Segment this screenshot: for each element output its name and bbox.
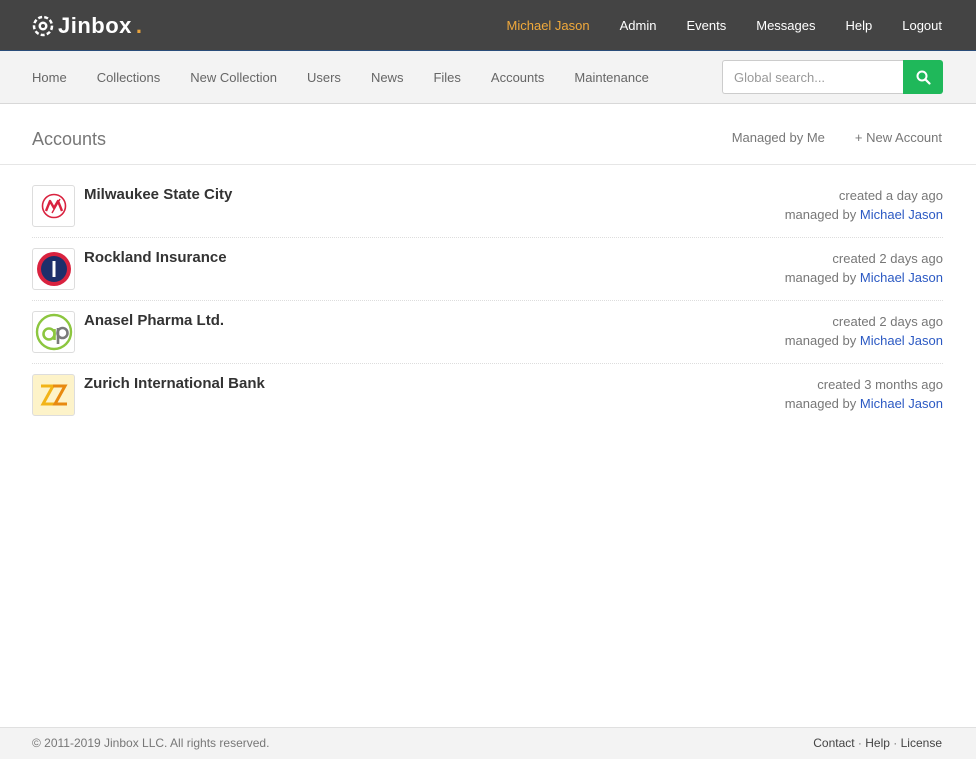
account-list: Milwaukee State City created a day ago m… bbox=[32, 175, 943, 427]
list-item: Anasel Pharma Ltd. created 2 days ago ma… bbox=[32, 301, 943, 364]
jinbox-logo-icon bbox=[32, 15, 54, 37]
secondary-navbar: Home Collections New Collection Users Ne… bbox=[0, 51, 976, 104]
rockland-logo[interactable] bbox=[32, 248, 75, 290]
anasel-logo[interactable] bbox=[32, 311, 75, 353]
page-actions: Managed by Me + New Account bbox=[702, 130, 942, 145]
manager-link[interactable]: Michael Jason bbox=[860, 333, 943, 348]
list-item: Milwaukee State City created a day ago m… bbox=[32, 175, 943, 238]
page-header: Accounts Managed by Me + New Account bbox=[0, 104, 976, 165]
main-nav: Home Collections New Collection Users Ne… bbox=[32, 51, 679, 103]
copyright-text: © 2011-2019 Jinbox LLC. All rights reser… bbox=[32, 736, 270, 750]
new-account-link[interactable]: + New Account bbox=[855, 130, 942, 145]
manager-link[interactable]: Michael Jason bbox=[860, 270, 943, 285]
footer-links: Contact · Help · License bbox=[813, 736, 942, 750]
account-meta: created a day ago managed by Michael Jas… bbox=[785, 186, 943, 224]
list-item: Rockland Insurance created 2 days ago ma… bbox=[32, 238, 943, 301]
topnav-admin-link[interactable]: Admin bbox=[620, 18, 657, 33]
topnav-help-link[interactable]: Help bbox=[845, 18, 872, 33]
account-managed-by: managed by Michael Jason bbox=[785, 331, 943, 350]
brand-dot: . bbox=[135, 13, 143, 38]
account-meta: created 2 days ago managed by Michael Ja… bbox=[785, 249, 943, 287]
account-meta: created 2 days ago managed by Michael Ja… bbox=[785, 312, 943, 350]
milwaukee-logo-icon bbox=[41, 193, 66, 219]
milwaukee-logo[interactable] bbox=[32, 185, 75, 227]
managed-by-label: managed by bbox=[784, 270, 857, 285]
nav-maintenance-link[interactable]: Maintenance bbox=[574, 70, 648, 85]
anasel-logo-icon bbox=[35, 313, 72, 351]
account-created: created 3 months ago bbox=[817, 377, 943, 392]
zurich-logo[interactable] bbox=[32, 374, 75, 416]
footer: © 2011-2019 Jinbox LLC. All rights reser… bbox=[0, 727, 976, 759]
global-search bbox=[722, 60, 943, 94]
manager-link[interactable]: Michael Jason bbox=[860, 207, 943, 222]
global-search-input[interactable] bbox=[722, 60, 903, 94]
search-icon bbox=[916, 70, 931, 85]
manager-link[interactable]: Michael Jason bbox=[860, 396, 943, 411]
nav-accounts-link[interactable]: Accounts bbox=[491, 70, 544, 85]
nav-news-link[interactable]: News bbox=[371, 70, 404, 85]
account-created: created 2 days ago bbox=[832, 251, 943, 266]
user-menu-link[interactable]: Michael Jason bbox=[507, 18, 590, 33]
top-navbar: Jinbox. Michael Jason Admin Events Messa… bbox=[0, 0, 976, 51]
account-managed-by: managed by Michael Jason bbox=[785, 394, 943, 413]
managed-by-label: managed by bbox=[784, 396, 857, 411]
brand-name: Jinbox bbox=[58, 13, 132, 38]
account-meta: created 3 months ago managed by Michael … bbox=[785, 375, 943, 413]
nav-new-collection-link[interactable]: New Collection bbox=[190, 70, 277, 85]
top-nav-links: Michael Jason Admin Events Messages Help… bbox=[477, 0, 942, 51]
account-name[interactable]: Rockland Insurance bbox=[84, 249, 227, 266]
account-created: created 2 days ago bbox=[832, 314, 943, 329]
account-name[interactable]: Zurich International Bank bbox=[84, 375, 265, 392]
footer-separator: · bbox=[854, 736, 866, 750]
managed-by-me-link[interactable]: Managed by Me bbox=[732, 130, 825, 145]
topnav-messages-link[interactable]: Messages bbox=[756, 18, 815, 33]
search-button[interactable] bbox=[903, 60, 943, 94]
nav-collections-link[interactable]: Collections bbox=[97, 70, 161, 85]
account-created: created a day ago bbox=[838, 188, 943, 203]
nav-files-link[interactable]: Files bbox=[433, 70, 460, 85]
footer-license-link[interactable]: License bbox=[901, 736, 942, 750]
rockland-logo-icon bbox=[36, 252, 71, 286]
page-title: Accounts bbox=[32, 129, 107, 149]
footer-contact-link[interactable]: Contact bbox=[813, 736, 854, 750]
footer-help-link[interactable]: Help bbox=[865, 736, 890, 750]
managed-by-label: managed by bbox=[784, 207, 857, 222]
nav-users-link[interactable]: Users bbox=[307, 70, 341, 85]
zurich-logo-icon bbox=[39, 384, 68, 406]
account-managed-by: managed by Michael Jason bbox=[785, 205, 943, 224]
account-name[interactable]: Milwaukee State City bbox=[84, 186, 232, 203]
account-name[interactable]: Anasel Pharma Ltd. bbox=[84, 312, 224, 329]
topnav-logout-link[interactable]: Logout bbox=[902, 18, 942, 33]
brand-logo[interactable]: Jinbox. bbox=[32, 14, 142, 38]
list-item: Zurich International Bank created 3 mont… bbox=[32, 364, 943, 427]
topnav-events-link[interactable]: Events bbox=[686, 18, 726, 33]
nav-home-link[interactable]: Home bbox=[32, 70, 67, 85]
account-managed-by: managed by Michael Jason bbox=[785, 268, 943, 287]
footer-separator: · bbox=[889, 736, 901, 750]
managed-by-label: managed by bbox=[784, 333, 857, 348]
